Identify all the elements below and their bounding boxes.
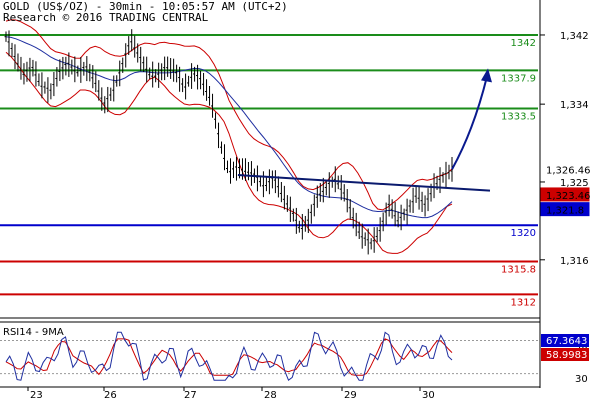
level-label-1: 1337.9 bbox=[501, 73, 536, 84]
chart-subtitle: Research © 2016 TRADING CENTRAL bbox=[3, 11, 209, 24]
x-label-23: 23 bbox=[30, 390, 43, 400]
rsi-title: RSI14 - 9MA bbox=[3, 327, 64, 338]
overlay-layer bbox=[237, 68, 492, 192]
moving-average bbox=[5, 36, 453, 219]
bands-layer bbox=[5, 19, 453, 254]
price-tag-2: 1,321.8 bbox=[546, 206, 584, 217]
upper-band bbox=[5, 19, 453, 211]
projection-arrow bbox=[451, 76, 488, 170]
level-label-4: 1315.8 bbox=[501, 265, 536, 276]
price-tick-0: 1,342 bbox=[560, 31, 589, 42]
level-label-2: 1333.5 bbox=[501, 111, 536, 122]
price-tag-0: 1,326.46 bbox=[546, 165, 590, 176]
price-layer bbox=[4, 29, 453, 255]
x-label-26: 26 bbox=[104, 390, 117, 400]
price-tag-1: 1,323.46 bbox=[546, 191, 590, 202]
rsi-ma-line bbox=[5, 338, 453, 376]
rsi-ma-value: 58.9983 bbox=[546, 350, 587, 361]
price-tick-1: 1,334 bbox=[560, 100, 589, 111]
x-label-30: 30 bbox=[422, 390, 435, 400]
rsi-value: 67.3643 bbox=[546, 336, 587, 347]
rsi-tick-30: 30 bbox=[575, 374, 588, 385]
x-label-27: 27 bbox=[184, 390, 197, 400]
lower-band bbox=[5, 51, 453, 254]
tags-layer: 1,326.46 1,323.46 1,321.8 bbox=[540, 161, 590, 217]
x-label-29: 29 bbox=[344, 390, 357, 400]
price-tick-2: 1,325 bbox=[560, 178, 589, 189]
price-tick-3: 1,316 bbox=[560, 256, 589, 267]
x-label-28: 28 bbox=[264, 390, 277, 400]
rsi-layer bbox=[0, 331, 538, 381]
gold-price-chart: 1342 1337.9 1333.5 1320 1315.8 1312 1,342 1,33… bbox=[0, 0, 590, 400]
level-label-5: 1312 bbox=[511, 297, 536, 308]
level-label-0: 1342 bbox=[511, 38, 536, 49]
level-label-3: 1320 bbox=[511, 228, 536, 239]
